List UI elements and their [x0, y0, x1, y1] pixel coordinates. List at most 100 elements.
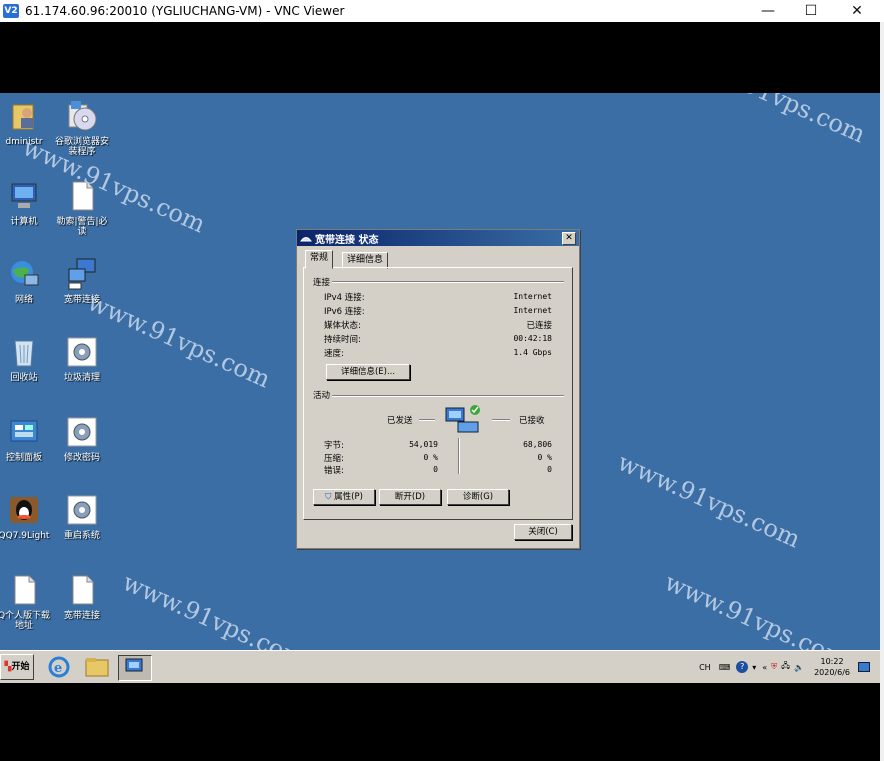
- dialog-titlebar[interactable]: 宽带连接 状态 ✕: [297, 230, 579, 246]
- desktop-icon-ransom-warning[interactable]: 勒索|警告|必读: [52, 179, 112, 237]
- desktop-icon-recycle-bin[interactable]: 回收站: [0, 335, 54, 383]
- keyboard-icon[interactable]: ⌨: [719, 663, 731, 672]
- media-state-value: 已连接: [526, 321, 552, 331]
- desktop-icon-cleanup[interactable]: 垃圾清理: [52, 335, 112, 383]
- desktop-icon-computer[interactable]: 计算机: [0, 179, 54, 227]
- dropdown-icon[interactable]: ▾: [752, 663, 756, 672]
- desktop-icon-label: 回收站: [10, 373, 38, 383]
- document-icon: [65, 179, 99, 213]
- ipv4-value: Internet: [513, 292, 552, 301]
- desktop-icon-restart[interactable]: 重启系统: [52, 493, 112, 541]
- recycle-bin-icon: [7, 335, 41, 369]
- ipv4-label: IPv4 连接:: [324, 293, 365, 303]
- close-button[interactable]: ✕: [834, 0, 880, 22]
- vnc-letterbox-bottom: [0, 683, 880, 761]
- start-label: 开始: [11, 662, 30, 672]
- connection-status-dialog[interactable]: 宽带连接 状态 ✕ 常规 详细信息 连接 IPv4 连接: Internet I…: [296, 229, 580, 549]
- vnc-titlebar: V2 61.174.60.96:20010 (YGLIUCHANG-VM) - …: [0, 0, 884, 22]
- received-label: 已接收: [519, 416, 545, 426]
- gear-settings-icon: [65, 415, 99, 449]
- help-icon[interactable]: ?: [736, 661, 749, 673]
- errors-label: 错误:: [324, 466, 344, 476]
- desktop-icon-broadband[interactable]: 宽带连接: [52, 257, 112, 305]
- user-folder-icon: [7, 99, 41, 133]
- watermark: www.91vps.com: [118, 568, 310, 650]
- speed-value: 1.4 Gbps: [513, 348, 552, 357]
- window-edge: [880, 22, 884, 761]
- network-globe-icon: [7, 257, 41, 291]
- compression-received: 0 %: [537, 453, 552, 462]
- desktop-icon-label: QQ7.9Light: [0, 531, 50, 541]
- security-alert-icon[interactable]: ⛨: [771, 662, 777, 672]
- group-divider: [332, 395, 564, 397]
- errors-sent: 0: [433, 465, 438, 474]
- duration-label: 持续时间:: [324, 335, 361, 345]
- properties-button-label: 属性(P): [334, 492, 363, 502]
- ipv6-label: IPv6 连接:: [324, 307, 365, 317]
- properties-button[interactable]: ⛉ 属性(P): [313, 489, 375, 505]
- desktop-icon-label: 宽带连接: [63, 295, 100, 305]
- watermark: www.91vps.com: [613, 448, 805, 554]
- explorer-folder-icon[interactable]: [84, 655, 110, 679]
- desktop-icon-label: 计算机: [10, 217, 38, 227]
- desktop-icon-label: 宽带连接: [63, 611, 100, 621]
- sent-label: 已发送: [387, 416, 413, 426]
- taskbar-connection-window[interactable]: [118, 655, 152, 681]
- tab-panel: 连接 IPv4 连接: Internet IPv6 连接: Internet 媒…: [303, 267, 573, 520]
- close-dialog-button[interactable]: 关闭(C): [514, 524, 572, 540]
- watermark: www.91vps.com: [660, 568, 852, 650]
- bytes-received: 68,806: [523, 440, 552, 449]
- desktop-icon-network[interactable]: 网络: [0, 257, 54, 305]
- broadband-icon: [300, 237, 312, 242]
- desktop-icon-chrome-installer[interactable]: 谷歌浏览器安装程序: [52, 99, 112, 157]
- vnc-logo-icon: V2: [3, 4, 19, 18]
- desktop-icon-label: 谷歌浏览器安装程序: [54, 137, 109, 157]
- network-activity-icon: [444, 404, 484, 442]
- desktop-icon-label: dministr: [5, 137, 43, 147]
- expand-tray-icon[interactable]: «: [762, 663, 767, 672]
- desktop-icon-label: 勒索|警告|必读: [56, 217, 108, 237]
- speed-label: 速度:: [324, 349, 344, 359]
- desktop-icon-qq[interactable]: QQ7.9Light: [0, 493, 54, 541]
- start-button[interactable]: ▚开始: [0, 654, 34, 680]
- activity-divider: [458, 438, 460, 474]
- ie-browser-icon[interactable]: e: [46, 655, 72, 679]
- dialog-close-icon[interactable]: ✕: [562, 232, 576, 245]
- clock[interactable]: 10:22 2020/6/6: [814, 656, 850, 678]
- input-language[interactable]: CH: [699, 663, 711, 672]
- minimize-button[interactable]: —: [745, 0, 791, 22]
- desktop-icon-label: Q个人版下载地址: [0, 611, 51, 631]
- desktop-icon-broadband-doc[interactable]: 宽带连接: [52, 573, 112, 621]
- broadband-connection-icon: [65, 257, 99, 291]
- clock-time: 10:22: [820, 657, 844, 666]
- window-title: 61.174.60.96:20010 (YGLIUCHANG-VM) - VNC…: [25, 4, 345, 18]
- compression-sent: 0 %: [423, 453, 438, 462]
- show-desktop-icon[interactable]: [858, 662, 870, 672]
- diagnose-button[interactable]: 诊断(G): [447, 489, 509, 505]
- network-tray-icon[interactable]: 🖧: [781, 660, 790, 674]
- desktop-icon-change-password[interactable]: 修改密码: [52, 415, 112, 463]
- control-panel-icon: [7, 415, 41, 449]
- desktop-icon-control-panel[interactable]: 控制面板: [0, 415, 54, 463]
- details-button[interactable]: 详细信息(E)...: [326, 364, 410, 380]
- desktop-icon-label: 垃圾清理: [63, 373, 100, 383]
- tab-general[interactable]: 常规: [305, 250, 334, 269]
- duration-value: 00:42:18: [513, 334, 552, 343]
- system-tray: CH ⌨ ? ▾ « ⛨ 🖧 🔈 10:22 2020/6/6: [699, 654, 870, 680]
- computer-icon: [7, 179, 41, 213]
- desktop-icon-document[interactable]: Q个人版下载地址: [0, 573, 54, 631]
- vnc-letterbox-top: [0, 22, 880, 93]
- maximize-button[interactable]: ☐: [788, 0, 834, 22]
- compression-label: 压缩:: [324, 454, 344, 464]
- disconnect-button[interactable]: 断开(D): [379, 489, 441, 505]
- desktop-icon-label: 重启系统: [63, 531, 100, 541]
- errors-received: 0: [547, 465, 552, 474]
- bytes-sent: 54,019: [409, 440, 438, 449]
- gear-settings-icon: [65, 493, 99, 527]
- ipv6-value: Internet: [513, 306, 552, 315]
- sent-line: [419, 419, 435, 421]
- document-icon: [7, 573, 41, 607]
- desktop-icon-user-folder[interactable]: dministr: [0, 99, 54, 147]
- volume-icon[interactable]: 🔈: [794, 663, 804, 672]
- desktop-icon-label: 控制面板: [5, 453, 42, 463]
